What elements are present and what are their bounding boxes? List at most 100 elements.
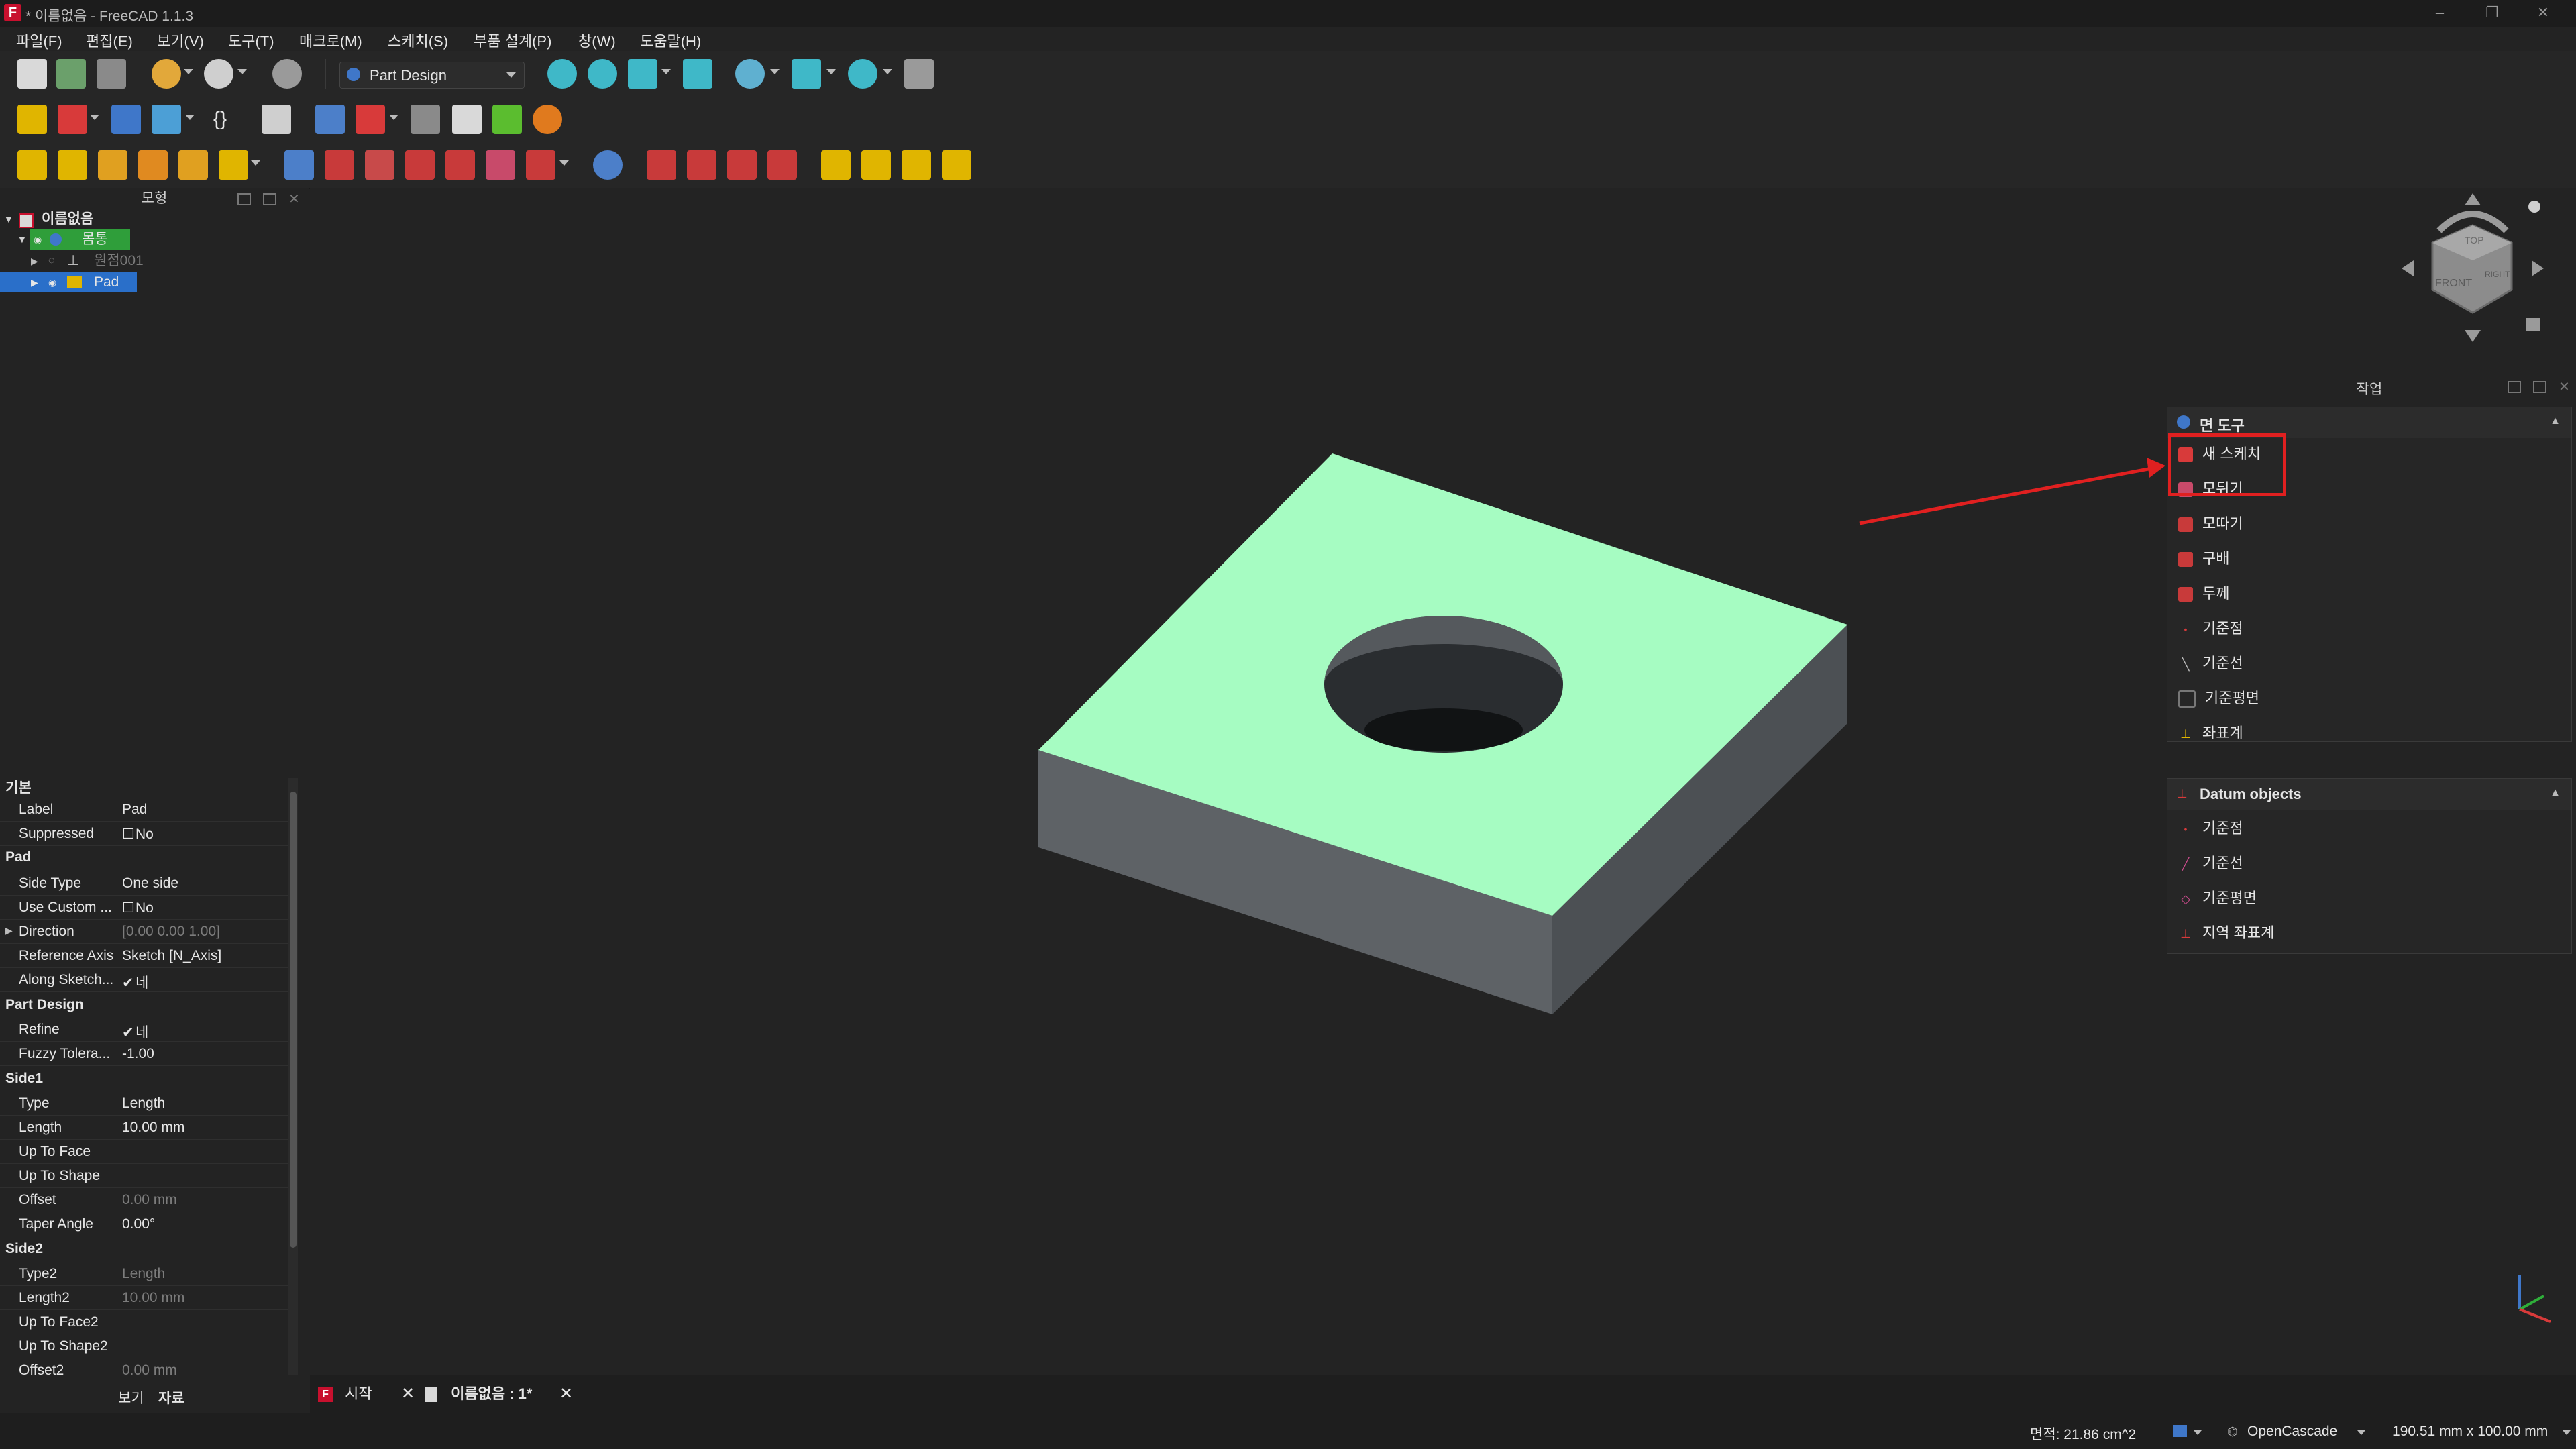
prop-refine-row[interactable]: Refine ✔ 네 — [0, 1017, 288, 1042]
task-coordinate-system[interactable]: ⊥ 좌표계 — [2178, 720, 2243, 747]
tab-view[interactable]: 보기 — [118, 1387, 144, 1407]
tab-document[interactable]: 이름없음 : 1* ✕ — [425, 1381, 580, 1407]
std-views-icon[interactable] — [735, 59, 765, 89]
view-box-dropdown-icon[interactable] — [826, 69, 836, 74]
datum-point-item[interactable]: • 기준점 — [2178, 815, 2243, 842]
prop-up-to-face-row[interactable]: Up To Face — [0, 1139, 288, 1164]
prop-suppressed-row[interactable]: Suppressed ☐No — [0, 821, 288, 846]
pipe-icon[interactable] — [138, 150, 168, 180]
folder-icon[interactable] — [111, 105, 141, 134]
tab-start[interactable]: F 시작 ✕ — [318, 1381, 419, 1407]
fit-selection-icon[interactable] — [588, 59, 617, 89]
mirrored-icon[interactable] — [821, 150, 851, 180]
prop-up-to-shape-row[interactable]: Up To Shape — [0, 1163, 288, 1188]
measure-dropdown-icon[interactable] — [883, 69, 892, 74]
eye-icon[interactable]: ◉ — [34, 229, 42, 250]
view-menu-icon[interactable] — [2528, 201, 2540, 213]
menu-window[interactable]: 창(W) — [578, 30, 616, 51]
prop-length2-row[interactable]: Length2 10.00 mm — [0, 1285, 288, 1310]
collapse-icon[interactable]: ▲ — [2550, 415, 2561, 427]
task-thickness[interactable]: 두께 — [2178, 580, 2229, 607]
view-box-icon[interactable] — [792, 59, 821, 89]
along-sketch-checkbox[interactable]: ✔ 네 — [122, 972, 148, 992]
chevron-down-icon[interactable] — [2563, 1430, 2571, 1435]
prop-length-row[interactable]: Length 10.00 mm — [0, 1115, 288, 1140]
multi-transform-icon[interactable] — [942, 150, 971, 180]
menu-edit[interactable]: 편집(E) — [86, 30, 133, 51]
prop-direction-row[interactable]: ▶ Direction [0.00 0.00 1.00] — [0, 919, 288, 944]
measure-icon[interactable] — [848, 59, 877, 89]
tree-body-row[interactable]: ◉ 몸통 — [30, 229, 130, 250]
eye-icon[interactable]: ◉ — [48, 272, 56, 292]
save-icon[interactable] — [97, 59, 126, 89]
chamfer-icon[interactable] — [687, 150, 716, 180]
subtractive-loft-icon[interactable] — [405, 150, 435, 180]
std-views-dropdown-icon[interactable] — [770, 69, 780, 74]
close-tab-icon[interactable]: ✕ — [559, 1381, 573, 1407]
shape-binder-icon[interactable] — [492, 105, 522, 134]
use-custom-checkbox[interactable]: ☐No — [122, 900, 154, 916]
redo-dropdown-icon[interactable] — [237, 69, 247, 74]
prop-type-row[interactable]: Type Length — [0, 1091, 288, 1116]
task-chamfer[interactable]: 모따기 — [2178, 511, 2243, 537]
chevron-down-icon[interactable] — [2357, 1430, 2365, 1435]
expand-icon[interactable]: ▶ — [5, 925, 13, 936]
menu-help[interactable]: 도움말(H) — [640, 30, 701, 51]
subtractive-dropdown-icon[interactable] — [559, 160, 569, 166]
subtractive-helix-icon[interactable] — [486, 150, 515, 180]
coordinate-dropdown-icon[interactable] — [90, 115, 99, 120]
cube-menu-icon[interactable] — [2526, 318, 2540, 331]
prop-along-sketch-row[interactable]: Along Sketch... ✔ 네 — [0, 967, 288, 992]
boolean-icon[interactable] — [593, 150, 623, 180]
undo-dropdown-icon[interactable] — [184, 69, 193, 74]
bounding-box-icon[interactable] — [683, 59, 712, 89]
prop-label-row[interactable]: Label Pad — [0, 797, 288, 822]
select-filter-icon[interactable] — [262, 105, 291, 134]
open-document-icon[interactable] — [56, 59, 86, 89]
menu-tools[interactable]: 도구(T) — [228, 30, 274, 51]
task-datum-line[interactable]: ╲ 기준선 — [2178, 650, 2243, 677]
subtractive-pipe-icon[interactable] — [445, 150, 475, 180]
datum-objects-header[interactable]: ⊥ Datum objects ▲ — [2167, 779, 2571, 810]
panel-close-icon[interactable]: ✕ — [288, 191, 300, 207]
local-coordinate-item[interactable]: ⊥ 지역 좌표계 — [2178, 920, 2274, 947]
hole-icon[interactable] — [325, 150, 354, 180]
kernel-label[interactable]: OpenCascade — [2247, 1424, 2337, 1440]
tree-document-row[interactable]: ▼ 이름없음 — [0, 209, 309, 229]
datum-plane-item[interactable]: ◇ 기준평면 — [2178, 885, 2257, 912]
navigation-style-icon[interactable] — [2174, 1425, 2187, 1437]
prop-up-to-shape2-row[interactable]: Up To Shape2 — [0, 1334, 288, 1358]
pocket-icon[interactable] — [284, 150, 314, 180]
sketch-dropdown-icon[interactable] — [389, 115, 398, 120]
refresh-icon[interactable] — [272, 59, 302, 89]
arrow-down-icon[interactable] — [2465, 330, 2481, 342]
arrow-up-icon[interactable] — [2465, 193, 2481, 205]
arrow-left-icon[interactable] — [2402, 260, 2414, 276]
panel-restore-icon[interactable] — [263, 193, 276, 205]
sketch-attach-icon[interactable] — [356, 105, 385, 134]
tree-pad-row[interactable]: ▶ ◉ Pad — [0, 272, 137, 292]
property-scrollbar-thumb[interactable] — [290, 792, 297, 1248]
revolution-icon[interactable] — [58, 150, 87, 180]
workbench-selector[interactable]: Part Design — [339, 62, 525, 89]
menu-file[interactable]: 파일(F) — [16, 30, 62, 51]
redo-icon[interactable] — [204, 59, 233, 89]
loft-icon[interactable] — [98, 150, 127, 180]
expand-icon[interactable]: ▶ — [31, 251, 38, 271]
prop-taper-angle-row[interactable]: Taper Angle 0.00° — [0, 1212, 288, 1236]
link-icon[interactable] — [152, 105, 181, 134]
spreadsheet-icon[interactable] — [411, 105, 440, 134]
additive-primitive-icon[interactable] — [219, 150, 248, 180]
pad-icon[interactable] — [17, 150, 47, 180]
panel-close-icon[interactable]: ✕ — [2559, 378, 2570, 395]
prop-offset-row[interactable]: Offset 0.00 mm — [0, 1187, 288, 1212]
panel-float-icon[interactable] — [2508, 381, 2521, 393]
collapse-icon[interactable]: ▲ — [2550, 787, 2561, 799]
thickness-icon[interactable] — [767, 150, 797, 180]
prop-offset2-row[interactable]: Offset2 0.00 mm — [0, 1358, 288, 1381]
refine-checkbox[interactable]: ✔ 네 — [122, 1022, 148, 1042]
minimize-icon[interactable]: – — [2423, 3, 2457, 23]
close-window-icon[interactable]: ✕ — [2526, 3, 2560, 23]
menu-sketch[interactable]: 스케치(S) — [388, 30, 448, 51]
task-datum-plane[interactable]: 기준평면 — [2178, 685, 2259, 712]
